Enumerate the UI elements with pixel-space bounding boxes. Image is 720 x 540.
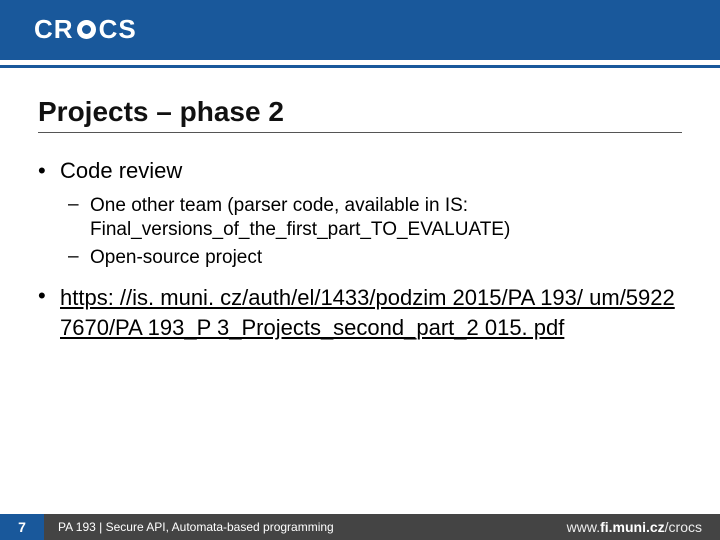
logo-o-icon — [77, 20, 96, 39]
content-area: • Code review – One other team (parser c… — [38, 150, 682, 353]
bullet-link: • https: //is. muni. cz/auth/el/1433/pod… — [38, 283, 682, 342]
footer-www: www. — [567, 519, 600, 535]
subbullet-team-text: One other team (parser code, available i… — [90, 194, 682, 242]
subbullet-opensource: – Open-source project — [68, 246, 682, 270]
slide: CR CS Projects – phase 2 • Code review –… — [0, 0, 720, 540]
subbullet-team: – One other team (parser code, available… — [68, 194, 682, 242]
footer-host: fi.muni.cz — [600, 519, 665, 535]
footer-site-url: www.fi.muni.cz/crocs — [567, 519, 702, 535]
bullet-dot-icon: • — [38, 283, 60, 342]
header-rule — [0, 65, 720, 68]
footer-course-text: PA 193 | Secure API, Automata-based prog… — [58, 520, 567, 534]
header-band: CR CS — [0, 0, 720, 60]
logo-text-left: CR — [34, 14, 74, 45]
page-number: 7 — [0, 514, 44, 540]
footer-path: /crocs — [665, 519, 702, 535]
bullet-dot-icon: • — [38, 158, 60, 184]
footer: 7 PA 193 | Secure API, Automata-based pr… — [0, 514, 720, 540]
logo-text-right: CS — [99, 14, 137, 45]
dash-icon: – — [68, 246, 90, 270]
title-underline — [38, 132, 682, 133]
bullet-code-review: • Code review — [38, 158, 682, 184]
crocs-logo: CR CS — [34, 14, 137, 45]
page-title: Projects – phase 2 — [38, 96, 284, 128]
project-pdf-link[interactable]: https: //is. muni. cz/auth/el/1433/podzi… — [60, 285, 675, 340]
bullet-code-review-label: Code review — [60, 158, 182, 183]
subbullet-opensource-text: Open-source project — [90, 246, 682, 270]
dash-icon: – — [68, 194, 90, 242]
